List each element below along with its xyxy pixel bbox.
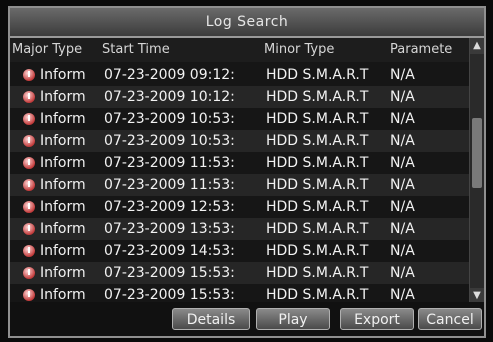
cell-parameter: N/A (390, 133, 415, 149)
cell-parameter: N/A (390, 177, 415, 193)
cell-major-type: Inform (40, 155, 86, 171)
table-row[interactable]: Inform 07-23-2009 13:53: HDD S.M.A.R.T N/A (10, 218, 480, 240)
log-table: Major Type Start Time Minor Type Paramet… (10, 38, 480, 302)
info-alert-icon (23, 91, 35, 103)
info-alert-icon (23, 135, 35, 147)
cell-parameter: N/A (390, 155, 415, 171)
cell-minor-type: HDD S.M.A.R.T (266, 199, 369, 215)
window-title: Log Search (205, 14, 289, 30)
info-alert-icon (23, 179, 35, 191)
cell-minor-type: HDD S.M.A.R.T (266, 243, 369, 259)
scroll-thumb[interactable] (472, 118, 482, 188)
cell-start-time: 07-23-2009 10:53: (104, 133, 235, 149)
column-header-start-time[interactable]: Start Time (102, 42, 170, 57)
cell-minor-type: HDD S.M.A.R.T (266, 67, 369, 83)
cell-start-time: 07-23-2009 11:53: (104, 177, 235, 193)
cancel-button[interactable]: Cancel (418, 308, 482, 330)
cell-major-type: Inform (40, 221, 86, 237)
cell-start-time: 07-23-2009 12:53: (104, 199, 235, 215)
cell-major-type: Inform (40, 177, 86, 193)
cell-major-type: Inform (40, 89, 86, 105)
cell-major-type: Inform (40, 67, 86, 83)
info-alert-icon (23, 245, 35, 257)
table-row[interactable]: Inform 07-23-2009 10:53: HDD S.M.A.R.T N/A (10, 130, 480, 152)
table-row[interactable]: Inform 07-23-2009 10:53: HDD S.M.A.R.T N/A (10, 108, 480, 130)
table-row[interactable]: Inform 07-23-2009 15:53: HDD S.M.A.R.T N/A (10, 262, 480, 284)
cell-minor-type: HDD S.M.A.R.T (266, 89, 369, 105)
cell-start-time: 07-23-2009 11:53: (104, 155, 235, 171)
cell-parameter: N/A (390, 243, 415, 259)
cell-minor-type: HDD S.M.A.R.T (266, 133, 369, 149)
cell-start-time: 07-23-2009 10:53: (104, 111, 235, 127)
table-row[interactable]: Inform 07-23-2009 12:53: HDD S.M.A.R.T N/A (10, 196, 480, 218)
export-button[interactable]: Export (340, 308, 414, 330)
info-alert-icon (23, 69, 35, 81)
cell-parameter: N/A (390, 199, 415, 215)
table-row[interactable]: Inform 07-23-2009 11:53: HDD S.M.A.R.T N/A (10, 174, 480, 196)
cell-parameter: N/A (390, 89, 415, 105)
cell-minor-type: HDD S.M.A.R.T (266, 177, 369, 193)
cell-start-time: 07-23-2009 09:12: (104, 67, 235, 83)
cell-minor-type: HDD S.M.A.R.T (266, 155, 369, 171)
cell-parameter: N/A (390, 265, 415, 281)
cell-minor-type: HDD S.M.A.R.T (266, 265, 369, 281)
play-button[interactable]: Play (256, 308, 330, 330)
cell-minor-type: HDD S.M.A.R.T (266, 221, 369, 237)
table-row[interactable]: Inform 07-23-2009 10:12: HDD S.M.A.R.T N/A (10, 86, 480, 108)
info-alert-icon (23, 201, 35, 213)
table-header: Major Type Start Time Minor Type Paramet… (10, 38, 480, 62)
column-header-parameter[interactable]: Paramete (390, 42, 452, 57)
info-alert-icon (23, 157, 35, 169)
title-bar: Log Search (10, 8, 484, 38)
info-alert-icon (23, 267, 35, 279)
cell-start-time: 07-23-2009 14:53: (104, 243, 235, 259)
details-button[interactable]: Details (172, 308, 250, 330)
info-alert-icon (23, 223, 35, 235)
cell-start-time: 07-23-2009 15:53: (104, 265, 235, 281)
cell-minor-type: HDD S.M.A.R.T (266, 287, 369, 302)
cell-minor-type: HDD S.M.A.R.T (266, 111, 369, 127)
cell-major-type: Inform (40, 111, 86, 127)
cell-start-time: 07-23-2009 13:53: (104, 221, 235, 237)
cell-major-type: Inform (40, 287, 86, 302)
column-header-minor-type[interactable]: Minor Type (264, 42, 334, 57)
cell-major-type: Inform (40, 265, 86, 281)
cell-parameter: N/A (390, 221, 415, 237)
cell-parameter: N/A (390, 67, 415, 83)
table-row[interactable]: Inform 07-23-2009 11:53: HDD S.M.A.R.T N/A (10, 152, 480, 174)
table-scrollbar[interactable]: ▲ ▼ (469, 38, 484, 304)
scroll-up-arrow-icon[interactable]: ▲ (470, 38, 484, 54)
column-header-major-type[interactable]: Major Type (12, 42, 82, 57)
cell-parameter: N/A (390, 111, 415, 127)
table-row[interactable]: Inform 07-23-2009 14:53: HDD S.M.A.R.T N/A (10, 240, 480, 262)
info-alert-icon (23, 289, 35, 301)
cell-major-type: Inform (40, 133, 86, 149)
button-bar: Details Play Export Cancel (10, 302, 484, 336)
table-row[interactable]: Inform 07-23-2009 15:53: HDD S.M.A.R.T N/A (10, 284, 480, 302)
cell-start-time: 07-23-2009 15:53: (104, 287, 235, 302)
cell-major-type: Inform (40, 199, 86, 215)
cell-start-time: 07-23-2009 10:12: (104, 89, 235, 105)
cell-major-type: Inform (40, 243, 86, 259)
info-alert-icon (23, 113, 35, 125)
cell-parameter: N/A (390, 287, 415, 302)
table-row[interactable]: Inform 07-23-2009 09:12: HDD S.M.A.R.T N/A (10, 64, 480, 86)
log-search-window: Log Search Major Type Start Time Minor T… (8, 6, 486, 338)
